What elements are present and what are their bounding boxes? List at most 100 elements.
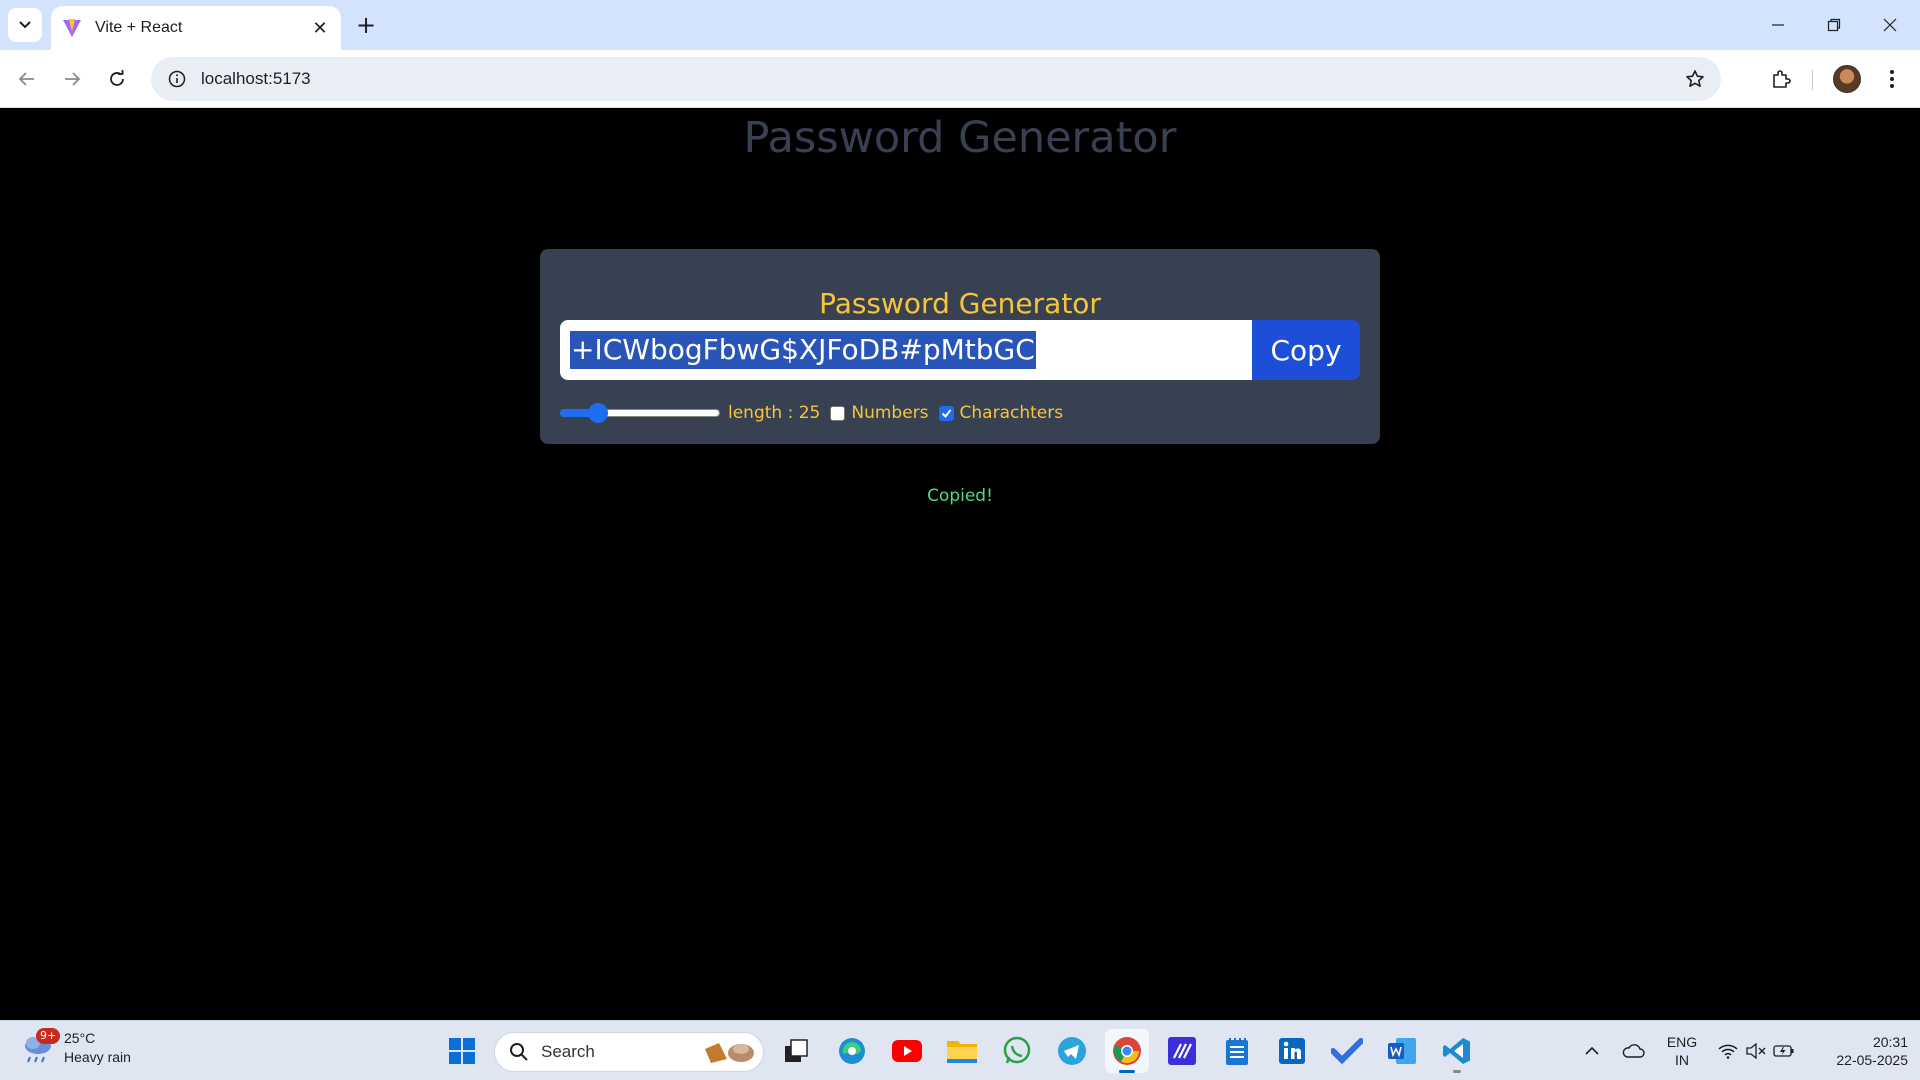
tab-strip: Vite + React ✕ + (0, 0, 1920, 50)
check-icon (941, 408, 951, 418)
copied-status: Copied! (927, 486, 993, 506)
start-button[interactable] (440, 1029, 484, 1073)
word-app[interactable] (1380, 1029, 1424, 1073)
search-highlight-icon (705, 1043, 754, 1063)
kebab-menu-icon (1890, 70, 1894, 88)
telegram-icon (1058, 1037, 1086, 1065)
chrome-app[interactable] (1105, 1029, 1149, 1073)
password-value: +ICWbogFbwG$XJFoDB#pMtbGC (570, 331, 1036, 369)
wifi-icon (1718, 1044, 1738, 1059)
numbers-checkbox[interactable] (830, 405, 846, 421)
weather-widget[interactable]: 9+ 25°C Heavy rain (20, 1028, 131, 1067)
whatsapp-app[interactable] (995, 1029, 1039, 1073)
cloud-icon (1622, 1044, 1645, 1058)
password-input[interactable]: +ICWbogFbwG$XJFoDB#pMtbGC (560, 320, 1252, 380)
vscode-icon (1443, 1038, 1470, 1064)
onedrive-button[interactable] (1618, 1021, 1648, 1080)
card-title: Password Generator (819, 287, 1101, 320)
options-row: length : 25 Numbers Charachters (560, 401, 1063, 425)
task-view-button[interactable] (774, 1029, 818, 1073)
page-viewport: Password Generator Password Generator +I… (0, 109, 1920, 1020)
edge-app[interactable] (830, 1029, 874, 1073)
notepad-icon (1226, 1038, 1248, 1065)
app-purple-icon (1168, 1037, 1196, 1065)
restore-icon (1827, 18, 1841, 32)
volume-button[interactable] (1744, 1021, 1768, 1080)
restore-button[interactable] (1806, 0, 1862, 50)
close-icon (1883, 18, 1897, 32)
minimize-icon (1772, 24, 1784, 26)
characters-checkbox[interactable] (938, 405, 954, 421)
back-button[interactable] (9, 61, 45, 97)
characters-label[interactable]: Charachters (960, 403, 1064, 423)
weather-rain-icon: 9+ (20, 1028, 61, 1066)
task-view-icon (785, 1039, 808, 1062)
language-indicator[interactable]: ENG IN (1660, 1033, 1704, 1069)
slider-thumb[interactable] (588, 403, 608, 423)
close-window-button[interactable] (1862, 0, 1918, 50)
back-arrow-icon (18, 72, 34, 86)
length-label: length : 25 (728, 403, 821, 423)
weather-badge: 9+ (36, 1028, 61, 1044)
search-icon (510, 1043, 528, 1061)
file-explorer-app[interactable] (940, 1029, 984, 1073)
numbers-label[interactable]: Numbers (851, 403, 928, 423)
browser-toolbar: localhost:5173 (0, 50, 1920, 108)
search-label: Search (541, 1042, 595, 1061)
show-hidden-icons-button[interactable] (1580, 1021, 1604, 1080)
tab-title: Vite + React (95, 19, 183, 36)
clock-date: 22-05-2025 (1836, 1052, 1908, 1068)
telegram-app[interactable] (1050, 1029, 1094, 1073)
windows-logo-icon (449, 1038, 475, 1064)
address-bar[interactable]: localhost:5173 (151, 57, 1721, 101)
generator-card: Password Generator +ICWbogFbwG$XJFoDB#pM… (540, 249, 1380, 444)
taskbar: 9+ 25°C Heavy rain Search ENG IN 20:31 2… (0, 1020, 1920, 1080)
weather-condition: Heavy rain (64, 1049, 131, 1065)
whatsapp-icon (1003, 1036, 1031, 1064)
close-tab-icon[interactable]: ✕ (307, 15, 333, 41)
chrome-icon (1113, 1037, 1141, 1065)
vite-icon (61, 17, 83, 39)
linkedin-app[interactable] (1270, 1029, 1314, 1073)
todo-app[interactable] (1325, 1029, 1369, 1073)
folder-icon (947, 1041, 977, 1063)
checkmark-icon (1331, 1038, 1363, 1065)
copy-button[interactable]: Copy (1252, 320, 1360, 380)
menu-button[interactable] (1874, 61, 1910, 97)
bookmark-star-icon[interactable] (1679, 63, 1711, 95)
minimize-button[interactable] (1750, 0, 1806, 50)
region-code: IN (1675, 1052, 1689, 1068)
youtube-app[interactable] (885, 1029, 929, 1073)
length-slider[interactable] (560, 403, 720, 423)
volume-muted-icon (1746, 1043, 1766, 1059)
clock[interactable]: 20:31 22-05-2025 (1808, 1033, 1908, 1069)
avatar (1833, 65, 1861, 93)
new-tab-button[interactable]: + (350, 9, 382, 41)
tab-search-button[interactable] (8, 8, 42, 42)
edge-icon (839, 1038, 865, 1064)
linkedin-icon (1279, 1038, 1305, 1064)
url-text: localhost:5173 (201, 69, 311, 88)
toolbar-divider (1812, 70, 1813, 90)
language-code: ENG (1666, 1034, 1698, 1050)
battery-charging-icon (1773, 1045, 1794, 1057)
extensions-button[interactable] (1763, 61, 1799, 97)
temperature: 25°C (64, 1030, 96, 1046)
reload-icon (110, 70, 124, 86)
taskbar-search[interactable]: Search (494, 1032, 764, 1072)
wifi-button[interactable] (1716, 1021, 1740, 1080)
notepad-app[interactable] (1215, 1029, 1259, 1073)
running-indicator (1453, 1070, 1461, 1073)
vscode-insiders-app[interactable] (1160, 1029, 1204, 1073)
battery-button[interactable] (1772, 1021, 1796, 1080)
site-info-icon[interactable] (155, 57, 199, 101)
reload-button[interactable] (99, 61, 135, 97)
chevron-down-icon (19, 21, 31, 29)
word-icon (1388, 1038, 1416, 1064)
vscode-app[interactable] (1435, 1029, 1479, 1073)
browser-tab[interactable]: Vite + React ✕ (51, 6, 341, 50)
forward-button[interactable] (54, 61, 90, 97)
page-title: Password Generator (743, 113, 1177, 163)
chevron-up-icon (1585, 1046, 1599, 1055)
profile-button[interactable] (1829, 61, 1865, 97)
